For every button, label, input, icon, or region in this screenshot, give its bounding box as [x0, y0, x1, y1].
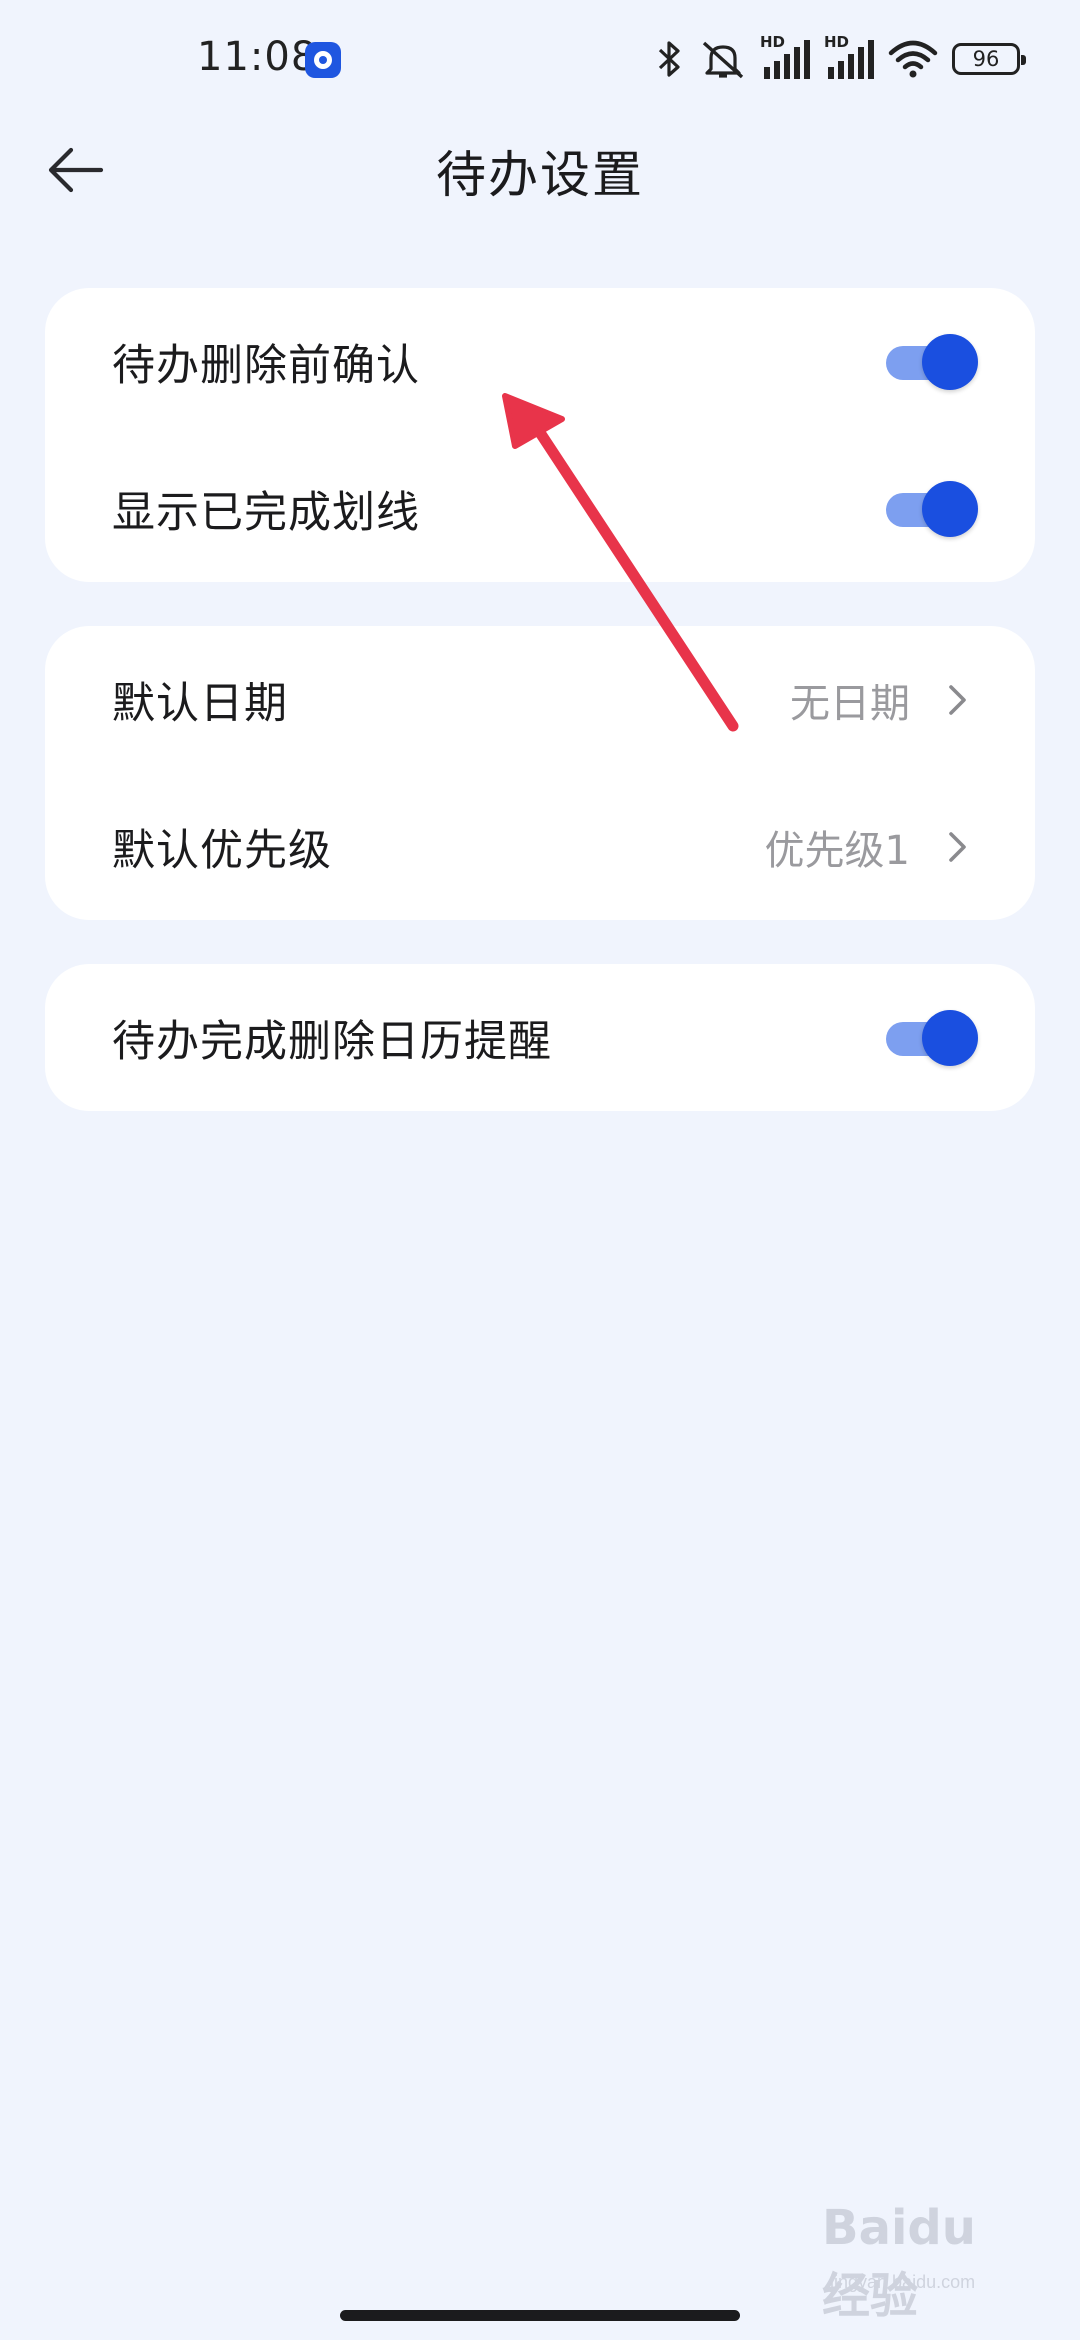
- watermark-sub: jingyan.baidu.com: [830, 2272, 976, 2292]
- wifi-icon: [888, 40, 938, 78]
- setting-row-show-completed-strikethrough[interactable]: 显示已完成划线: [45, 435, 1035, 582]
- app-notification-icon: [305, 42, 341, 78]
- bluetooth-icon: [658, 41, 680, 77]
- setting-row-delete-calendar-reminder[interactable]: 待办完成删除日历提醒: [45, 964, 1035, 1111]
- setting-label: 待办完成删除日历提醒: [112, 1016, 552, 1067]
- chevron-right-icon: [938, 680, 978, 720]
- setting-label: 默认日期: [112, 678, 288, 729]
- toggle-knob: [922, 333, 978, 390]
- default-date-value: 无日期: [790, 680, 910, 727]
- setting-label: 默认优先级: [112, 825, 332, 876]
- toggle-knob: [922, 480, 978, 537]
- settings-card-display: 待办删除前确认 显示已完成划线: [45, 288, 1035, 582]
- confirm-before-delete-toggle[interactable]: [886, 333, 978, 390]
- screen: 11:08 HD HD 96 待办设置 待办删除前确认 显示已完成划线 默认日期…: [0, 0, 1080, 2340]
- page-title: 待办设置: [436, 146, 644, 204]
- watermark-text: Baidu经验: [822, 2200, 976, 2324]
- status-time: 11:08: [197, 34, 318, 80]
- setting-label: 待办删除前确认: [112, 340, 420, 391]
- signal-icon: [764, 40, 810, 79]
- home-indicator[interactable]: [340, 2310, 740, 2321]
- mute-icon: [702, 41, 744, 79]
- show-completed-strikethrough-toggle[interactable]: [886, 480, 978, 537]
- battery-level: 96: [972, 47, 1000, 71]
- battery-icon: 96: [952, 43, 1026, 75]
- setting-row-default-priority[interactable]: 默认优先级 优先级1: [45, 773, 1035, 920]
- setting-label: 显示已完成划线: [112, 487, 420, 538]
- chevron-right-icon: [938, 827, 978, 867]
- signal-2: HD: [824, 33, 874, 81]
- status-icons: HD HD 96: [654, 33, 1026, 84]
- setting-row-default-date[interactable]: 默认日期 无日期: [45, 626, 1035, 773]
- status-bar: 11:08 HD HD 96: [0, 0, 1080, 120]
- delete-calendar-reminder-toggle[interactable]: [886, 1009, 978, 1066]
- toggle-knob: [922, 1009, 978, 1066]
- settings-card-defaults: 默认日期 无日期 默认优先级 优先级1: [45, 626, 1035, 920]
- setting-row-confirm-before-delete[interactable]: 待办删除前确认: [45, 288, 1035, 435]
- signal-icon: [828, 40, 874, 79]
- default-priority-value: 优先级1: [764, 827, 910, 874]
- settings-card-calendar: 待办完成删除日历提醒: [45, 964, 1035, 1111]
- signal-1: HD: [760, 33, 810, 81]
